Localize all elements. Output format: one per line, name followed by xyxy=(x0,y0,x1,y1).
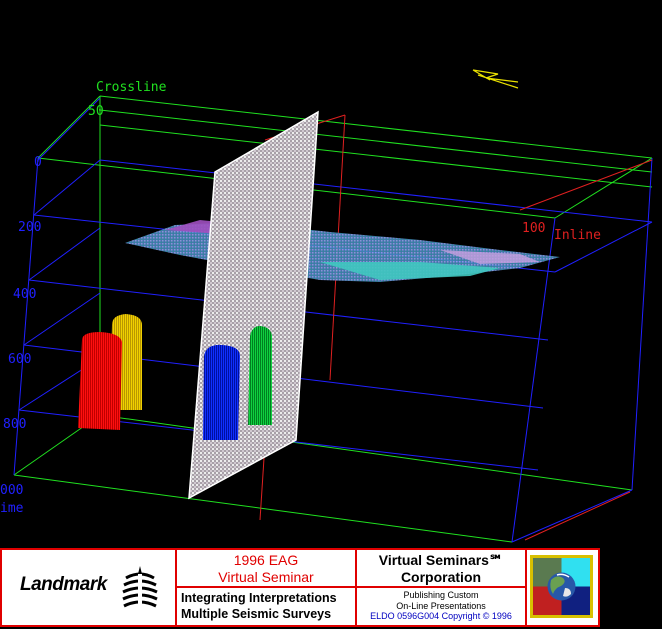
inline-grid xyxy=(259,114,653,541)
inline-axis-label: Inline xyxy=(554,228,601,243)
well-bundle-green[interactable] xyxy=(248,326,272,425)
seminar-banner: Landmark 1996 EAG Virtual Seminar Integr… xyxy=(0,548,600,627)
time-tick-800: 800 xyxy=(3,417,26,432)
landmark-logo: Landmark xyxy=(20,574,107,595)
3d-seismic-viewport[interactable]: Crossline 50 100 Inline 0 200 400 600 80… xyxy=(0,0,662,545)
time-tick-0: 0 xyxy=(34,155,42,170)
crossline-axis-label: Crossline xyxy=(96,80,167,95)
vsc-name-line1: Virtual Seminars℠ xyxy=(378,552,504,568)
virtual-seminars-cell: Virtual Seminars℠ Corporation Publishing… xyxy=(357,550,527,625)
north-arrow-marker xyxy=(472,69,519,89)
seismic-cube-scene[interactable]: Crossline 50 100 Inline 0 200 400 600 80… xyxy=(0,0,662,545)
landmark-emblem-icon xyxy=(122,566,158,610)
well-bundle-blue[interactable] xyxy=(203,344,240,440)
seminar-title-cell: 1996 EAG Virtual Seminar Integrating Int… xyxy=(177,550,357,625)
seismic-section-panel[interactable] xyxy=(188,110,319,500)
seminar-title-line2: Virtual Seminar xyxy=(218,569,314,585)
seminar-subtitle-line2: Multiple Seismic Surveys xyxy=(181,607,332,621)
crossline-tick-label: 50 xyxy=(88,104,104,119)
vsc-tagline-line2: On-Line Presentations xyxy=(396,600,486,611)
time-tick-400: 400 xyxy=(13,287,36,302)
time-tick-200: 200 xyxy=(18,220,41,235)
vsc-tagline-line1: Publishing Custom xyxy=(403,590,479,600)
globe-icon xyxy=(533,558,590,615)
seminar-subtitle-line1: Integrating Interpretations xyxy=(181,591,337,605)
globe-logo xyxy=(530,555,593,618)
time-tick-600: 600 xyxy=(8,352,31,367)
vsc-copyright: ELDO 0596G004 Copyright © 1996 xyxy=(370,611,512,621)
well-bundle-red[interactable] xyxy=(78,332,122,430)
seminar-title-line1: 1996 EAG xyxy=(233,552,299,568)
vsc-name-line2: Corporation xyxy=(400,569,482,585)
landmark-logo-cell: Landmark xyxy=(2,550,177,625)
globe-logo-cell xyxy=(527,550,598,625)
time-axis-label: ime xyxy=(0,501,24,516)
inline-tick-label: 100 xyxy=(522,221,545,236)
horizon-surface xyxy=(125,220,560,282)
time-tick-1000: 000 xyxy=(0,483,23,498)
